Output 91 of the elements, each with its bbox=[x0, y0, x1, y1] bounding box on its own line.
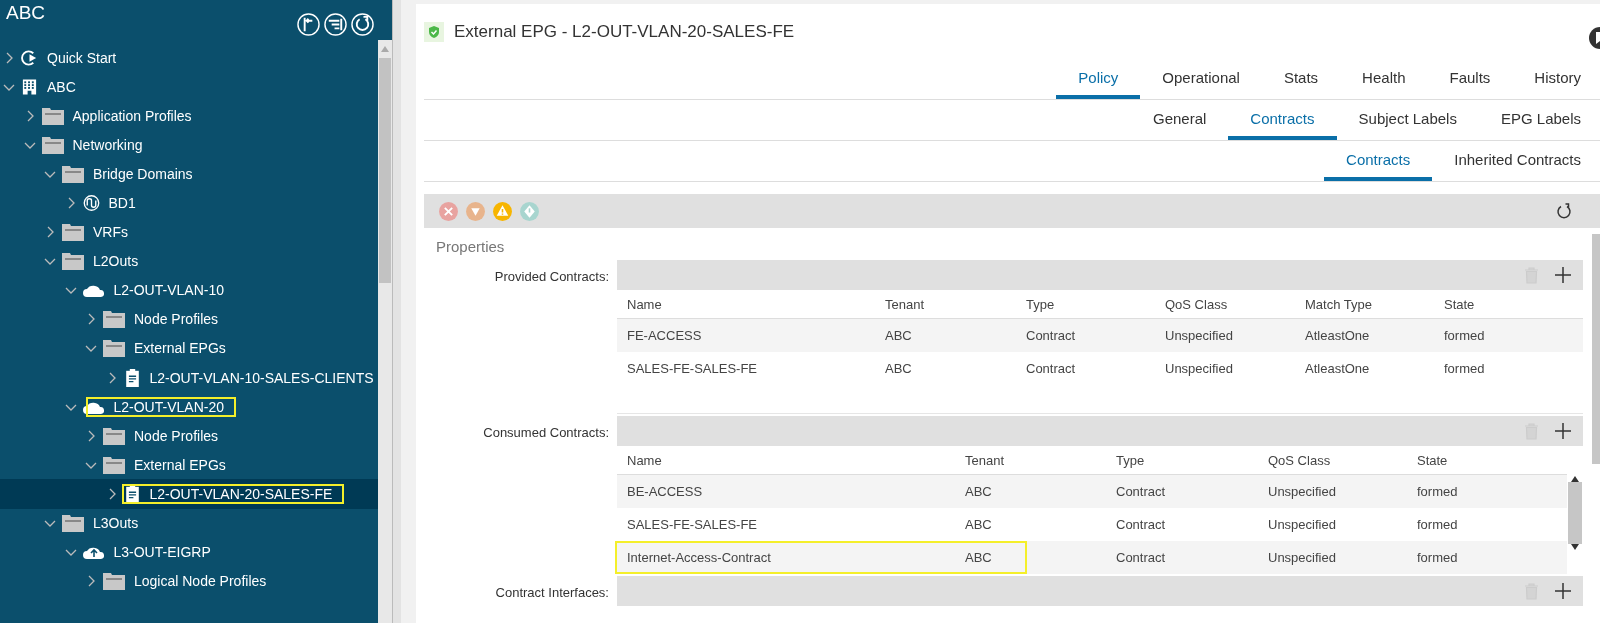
tab[interactable]: Stats bbox=[1261, 59, 1341, 99]
table-cell: AtleastOne bbox=[1295, 319, 1434, 352]
table-cell: ABC bbox=[875, 319, 1016, 352]
folder-icon bbox=[62, 514, 84, 533]
circle-wave-icon bbox=[82, 194, 100, 212]
tab[interactable]: Faults bbox=[1427, 59, 1513, 99]
table-cell: Unspecified bbox=[1258, 541, 1407, 574]
tree-item[interactable]: BD1 bbox=[0, 188, 378, 218]
table-cell-text: formed bbox=[1443, 360, 1486, 378]
folder-icon bbox=[103, 572, 125, 591]
tree-item[interactable]: VRFs bbox=[0, 217, 378, 247]
shield-icon bbox=[424, 21, 444, 42]
tree-item[interactable]: L3-OUT-EIGRP bbox=[0, 537, 378, 567]
tab[interactable]: EPG Labels bbox=[1478, 100, 1600, 140]
folder-icon bbox=[103, 339, 125, 358]
scrollbar[interactable] bbox=[378, 0, 392, 623]
tree-item[interactable]: External EPGs bbox=[0, 450, 378, 480]
refresh-icon[interactable] bbox=[351, 13, 374, 36]
table-cell: FE-ACCESS bbox=[617, 319, 875, 352]
section-title: Properties bbox=[435, 237, 506, 257]
page-title: External EPG - L2-OUT-VLAN-20-SALES-FE bbox=[454, 21, 795, 42]
tree-item[interactable]: Application Profiles bbox=[0, 101, 378, 131]
section-label: Contract Interfaces: bbox=[494, 584, 610, 602]
collapse-icon[interactable] bbox=[297, 13, 320, 36]
tree-item[interactable]: L2-OUT-VLAN-20-SALES-FE bbox=[0, 479, 378, 509]
tree-item[interactable]: External EPGs bbox=[0, 333, 378, 364]
table-cell-text: formed bbox=[1416, 516, 1459, 534]
folder-icon bbox=[103, 310, 125, 329]
table-cell: formed bbox=[1434, 319, 1583, 352]
cloud-upload-icon bbox=[82, 545, 105, 560]
document-icon bbox=[123, 484, 141, 503]
tree-item[interactable]: Node Profiles bbox=[0, 304, 378, 334]
table-cell: ABC bbox=[955, 475, 1106, 508]
table-cell: Unspecified bbox=[1155, 319, 1295, 352]
plus-icon[interactable] bbox=[1555, 423, 1571, 439]
tree-item[interactable]: L2-OUT-VLAN-20 bbox=[0, 392, 378, 422]
tree-item[interactable]: Networking bbox=[0, 130, 378, 160]
folder-icon bbox=[62, 164, 84, 183]
document-icon bbox=[123, 368, 141, 387]
tree-item[interactable]: Node Profiles bbox=[0, 421, 378, 451]
table-cell: BE-ACCESS bbox=[617, 475, 955, 508]
tree-item[interactable]: L2-OUT-VLAN-10 bbox=[0, 275, 378, 305]
table-cell: formed bbox=[1407, 475, 1567, 508]
table-cell-text: Contract bbox=[1025, 360, 1077, 378]
tab[interactable]: Contracts bbox=[1324, 141, 1433, 181]
refresh-icon[interactable] bbox=[1556, 203, 1572, 219]
table-cell: formed bbox=[1407, 541, 1567, 574]
tab[interactable]: Contracts bbox=[1228, 100, 1337, 140]
tab[interactable]: History bbox=[1512, 59, 1600, 99]
sidebar-title: ABC bbox=[6, 1, 46, 24]
plus-icon[interactable] bbox=[1555, 267, 1571, 283]
section-label: Consumed Contracts: bbox=[482, 424, 610, 442]
table-cell-text: ABC bbox=[964, 516, 993, 534]
table-cell-text: Unspecified bbox=[1164, 360, 1234, 378]
table-cell-text: AtleastOne bbox=[1304, 360, 1371, 378]
cloud-icon bbox=[82, 283, 105, 298]
folder-icon bbox=[62, 252, 84, 271]
table-cell: Unspecified bbox=[1258, 475, 1407, 508]
table-cell-text: ABC bbox=[884, 360, 913, 378]
folder-icon bbox=[41, 135, 64, 154]
plus-icon[interactable] bbox=[1555, 583, 1571, 599]
tree-item[interactable]: ABC bbox=[0, 72, 378, 102]
tab[interactable]: General bbox=[1130, 100, 1229, 140]
folder-icon bbox=[103, 455, 125, 474]
tree-item[interactable]: Logical Node Profiles bbox=[0, 566, 378, 596]
table-cell-text: Unspecified bbox=[1267, 516, 1337, 534]
tab[interactable]: Policy bbox=[1056, 59, 1141, 99]
tab[interactable]: Subject Labels bbox=[1336, 100, 1479, 140]
folder-icon bbox=[41, 106, 64, 125]
tree-item[interactable]: L3Outs bbox=[0, 508, 378, 538]
table-cell: Contract bbox=[1106, 475, 1258, 508]
table-cell: ABC bbox=[955, 541, 1106, 574]
folder-icon bbox=[62, 223, 84, 242]
tree-item[interactable]: Bridge Domains bbox=[0, 159, 378, 189]
tab[interactable]: Health bbox=[1340, 59, 1428, 99]
table-cell-text: SALES-FE-SALES-FE bbox=[626, 360, 759, 378]
table-cell: Contract bbox=[1106, 541, 1258, 574]
tab[interactable]: Operational bbox=[1140, 59, 1262, 99]
tree-item[interactable]: L2Outs bbox=[0, 246, 378, 276]
list-icon[interactable] bbox=[324, 13, 347, 36]
scrollbar[interactable] bbox=[1592, 234, 1600, 464]
folder-icon bbox=[103, 426, 125, 445]
tree-item[interactable]: L2-OUT-VLAN-10-SALES-CLIENTS bbox=[0, 363, 378, 393]
tab[interactable]: Inherited Contracts bbox=[1432, 141, 1600, 181]
play-circle-icon bbox=[21, 48, 38, 67]
table-cell-text: SALES-FE-SALES-FE bbox=[626, 516, 759, 534]
table-cell: Contract bbox=[1016, 319, 1155, 352]
building-icon bbox=[21, 77, 38, 96]
table-cell-text: Contract bbox=[1115, 516, 1167, 534]
tree-item[interactable]: Quick Start bbox=[0, 43, 378, 73]
section-label: Provided Contracts: bbox=[493, 268, 610, 286]
